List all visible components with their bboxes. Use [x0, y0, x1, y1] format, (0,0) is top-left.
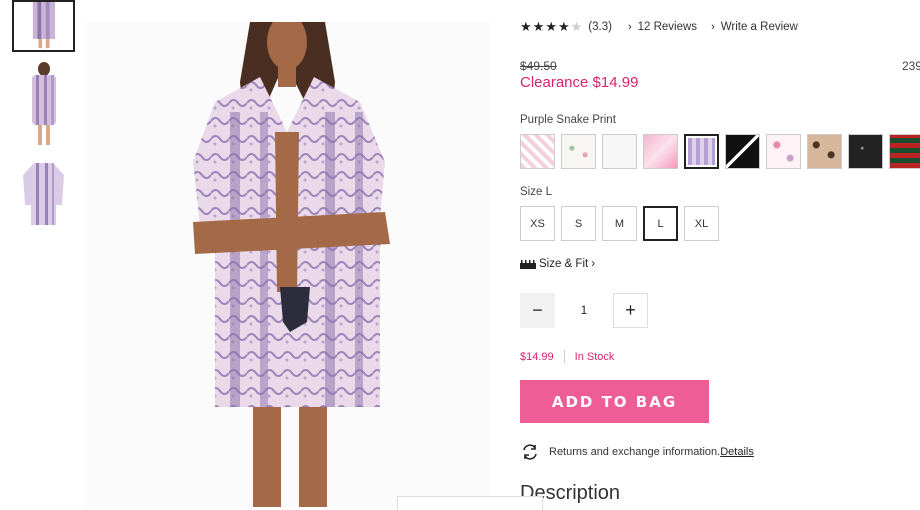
swatch-black-stripe[interactable]	[725, 134, 760, 169]
size-options: XS S M L XL	[520, 206, 719, 241]
increase-quantity-button[interactable]: +	[613, 293, 648, 328]
star-empty-icon: ★	[570, 19, 583, 34]
chevron-right-icon: ›	[591, 258, 596, 270]
star-full-icon: ★	[532, 19, 545, 34]
size-label: Size L	[520, 186, 552, 198]
swatch-leopard-print[interactable]	[807, 134, 842, 169]
swatch-red-plaid[interactable]	[889, 134, 920, 169]
thumbnail-3-image	[12, 155, 75, 229]
product-details-panel: ★ ★ ★ ★ ★ (3.3) › 12 Reviews › Write a R…	[520, 0, 920, 510]
rating-value: (3.3)	[588, 20, 612, 33]
returns-info: Returns and exchange information. Detail…	[520, 443, 754, 461]
stock-price: $14.99	[520, 350, 554, 363]
color-swatch-list	[520, 134, 920, 169]
size-option-m[interactable]: M	[602, 206, 637, 241]
reviews-link[interactable]: 12 Reviews	[638, 21, 697, 33]
quantity-value[interactable]: 1	[555, 305, 613, 317]
add-to-bag-button[interactable]: ADD TO BAG	[520, 380, 709, 423]
swatch-black-sparkle[interactable]	[848, 134, 883, 169]
thumbnail-3[interactable]	[12, 155, 75, 229]
size-option-xl[interactable]: XL	[684, 206, 719, 241]
thumbnail-1-image	[14, 2, 73, 50]
swatch-white-floral[interactable]	[561, 134, 596, 169]
swatch-pink-plaid[interactable]	[520, 134, 555, 169]
exchange-icon	[523, 444, 537, 460]
ruler-icon	[520, 259, 536, 269]
item-count-cutoff: 239	[902, 59, 920, 73]
thumbnail-2[interactable]	[12, 61, 75, 147]
swatch-white-pattern[interactable]	[766, 134, 801, 169]
star-half-icon: ★	[557, 19, 570, 34]
stock-row: $14.99 In Stock	[520, 350, 614, 363]
main-product-image[interactable]	[85, 22, 490, 507]
size-option-s[interactable]: S	[561, 206, 596, 241]
quantity-stepper: − 1 +	[520, 293, 648, 328]
swatch-pink-marble[interactable]	[643, 134, 678, 169]
chevron-right-icon: ›	[627, 20, 632, 33]
thumbnail-2-image	[12, 61, 75, 147]
model-sleepshirt-illustration	[85, 22, 490, 507]
star-full-icon: ★	[545, 19, 557, 34]
stock-status: In Stock	[574, 350, 615, 363]
size-fit-label: Size & Fit	[539, 258, 589, 270]
star-full-icon: ★	[520, 19, 532, 34]
sale-price: Clearance $14.99	[520, 74, 639, 91]
stock-divider	[563, 350, 565, 363]
write-review-link[interactable]: Write a Review	[721, 21, 798, 33]
returns-text: Returns and exchange information.	[549, 446, 721, 458]
bottom-panel-tab[interactable]	[397, 496, 543, 510]
swatch-purple-snake[interactable]	[684, 134, 719, 169]
decrease-quantity-button[interactable]: −	[520, 293, 555, 328]
selected-color-name: Purple Snake Print	[520, 114, 616, 126]
chevron-right-icon: ›	[711, 20, 715, 33]
thumbnail-1[interactable]	[12, 0, 75, 52]
swatch-white-solid[interactable]	[602, 134, 637, 169]
original-price: $49.50	[520, 59, 557, 73]
star-rating: ★ ★ ★ ★ ★	[520, 20, 582, 33]
size-option-xs[interactable]: XS	[520, 206, 555, 241]
returns-details-link[interactable]: Details	[720, 446, 754, 458]
size-fit-link[interactable]: Size & Fit ›	[520, 258, 595, 270]
size-option-l[interactable]: L	[643, 206, 678, 241]
rating-row: ★ ★ ★ ★ ★ (3.3) › 12 Reviews › Write a R…	[520, 20, 798, 33]
